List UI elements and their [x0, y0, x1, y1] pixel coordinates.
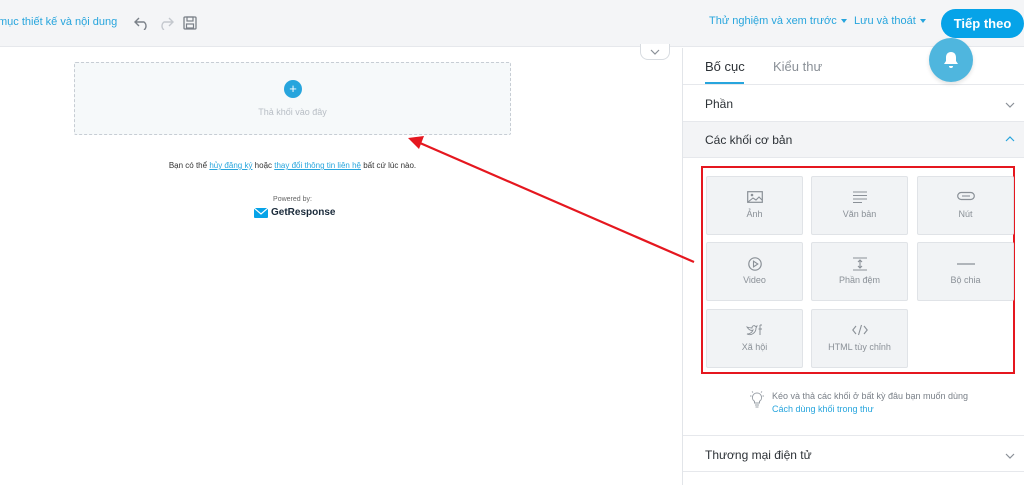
footer-prefix: Bạn có thể: [168, 161, 210, 170]
block-label: Xã hội: [741, 342, 768, 352]
tab-layout[interactable]: Bố cục: [705, 59, 745, 74]
drop-zone[interactable]: + Thả khối vào đây: [74, 62, 511, 135]
chevron-down-icon: [840, 19, 847, 24]
divider-icon: [918, 257, 1013, 271]
next-button[interactable]: Tiếp theo: [941, 9, 1024, 38]
block-image[interactable]: Ảnh: [706, 176, 803, 235]
add-block-icon[interactable]: +: [284, 80, 302, 98]
block-label: Nút: [958, 209, 973, 219]
chevron-down-icon: [1005, 102, 1015, 108]
notification-bell[interactable]: [929, 38, 973, 82]
collapse-toggle[interactable]: [640, 44, 670, 60]
preview-menu-label: Thử nghiệm và xem trước: [709, 15, 837, 27]
block-social[interactable]: Xã hội: [706, 309, 803, 368]
block-label: HTML tùy chỉnh: [828, 342, 891, 352]
envelope-icon: [254, 207, 268, 218]
text-icon: [812, 191, 907, 203]
change-contact-link[interactable]: thay đổi thông tin liên hệ: [274, 161, 361, 170]
breadcrumb[interactable]: mục thiết kế và nội dung: [0, 16, 117, 28]
section-basic-blocks[interactable]: Các khối cơ bản: [683, 122, 1024, 158]
brand-name: GetResponse: [271, 207, 336, 218]
block-label: Video: [743, 275, 766, 285]
redo-icon[interactable]: [156, 13, 176, 33]
hint-text: Kéo và thả các khối ở bất kỳ đâu bạn muố…: [772, 391, 969, 401]
undo-icon[interactable]: [132, 13, 152, 33]
save-exit-menu[interactable]: Lưu và thoát: [854, 15, 926, 27]
powered-by: Powered by:: [273, 196, 312, 203]
side-panel: Bố cục Kiểu thư Phần Các khối cơ bản Ảnh…: [682, 48, 1024, 485]
lightbulb-icon: [749, 390, 765, 413]
block-label: Văn bản: [842, 209, 877, 219]
chevron-down-icon: [1005, 453, 1015, 459]
block-divider[interactable]: Bộ chia: [917, 242, 1014, 301]
save-exit-label: Lưu và thoát: [854, 15, 916, 27]
tab-style[interactable]: Kiểu thư: [773, 59, 822, 74]
block-label: Ảnh: [746, 209, 763, 219]
active-tab-indicator: [705, 82, 744, 84]
footer-middle: hoặc: [252, 161, 275, 170]
spacer-icon: [812, 257, 907, 271]
bell-icon: [944, 52, 958, 68]
image-icon: [707, 191, 802, 203]
section-ecommerce[interactable]: Thương mại điện tử: [683, 435, 1024, 472]
block-label: Bộ chia: [950, 275, 981, 285]
section-phan[interactable]: Phần: [683, 85, 1024, 122]
section-ecommerce-label: Thương mại điện tử: [705, 448, 812, 462]
social-icon: [707, 324, 802, 336]
footer-suffix: bất cứ lúc nào.: [360, 161, 417, 170]
unsubscribe-link[interactable]: hủy đăng ký: [209, 161, 252, 170]
panel-tabs: Bố cục Kiểu thư: [683, 48, 1024, 85]
block-spacer[interactable]: Phần đệm: [811, 242, 908, 301]
block-label: Phần đệm: [838, 275, 881, 285]
chevron-down-icon: [919, 19, 926, 24]
section-basic-blocks-label: Các khối cơ bản: [705, 133, 793, 147]
chevron-up-icon: [1005, 136, 1015, 142]
save-icon[interactable]: [180, 13, 200, 33]
button-icon: [918, 191, 1013, 201]
drop-zone-text: Thả khối vào đây: [258, 107, 327, 117]
block-button[interactable]: Nút: [917, 176, 1014, 235]
code-icon: [812, 324, 907, 336]
chevron-down-icon: [650, 49, 660, 55]
block-custom-html[interactable]: HTML tùy chỉnh: [811, 309, 908, 368]
section-phan-label: Phần: [705, 97, 734, 111]
preview-menu[interactable]: Thử nghiệm và xem trước: [709, 15, 847, 27]
how-to-use-blocks-link[interactable]: Cách dùng khối trong thư: [772, 404, 874, 414]
block-text[interactable]: Văn bản: [811, 176, 908, 235]
top-bar: mục thiết kế và nội dung Thử nghiệm và x…: [0, 0, 1024, 47]
footer-note: Bạn có thể hủy đăng ký hoặc thay đổi thô…: [0, 161, 585, 170]
getresponse-logo: GetResponse: [254, 207, 335, 218]
video-icon: [707, 257, 802, 271]
block-video[interactable]: Video: [706, 242, 803, 301]
